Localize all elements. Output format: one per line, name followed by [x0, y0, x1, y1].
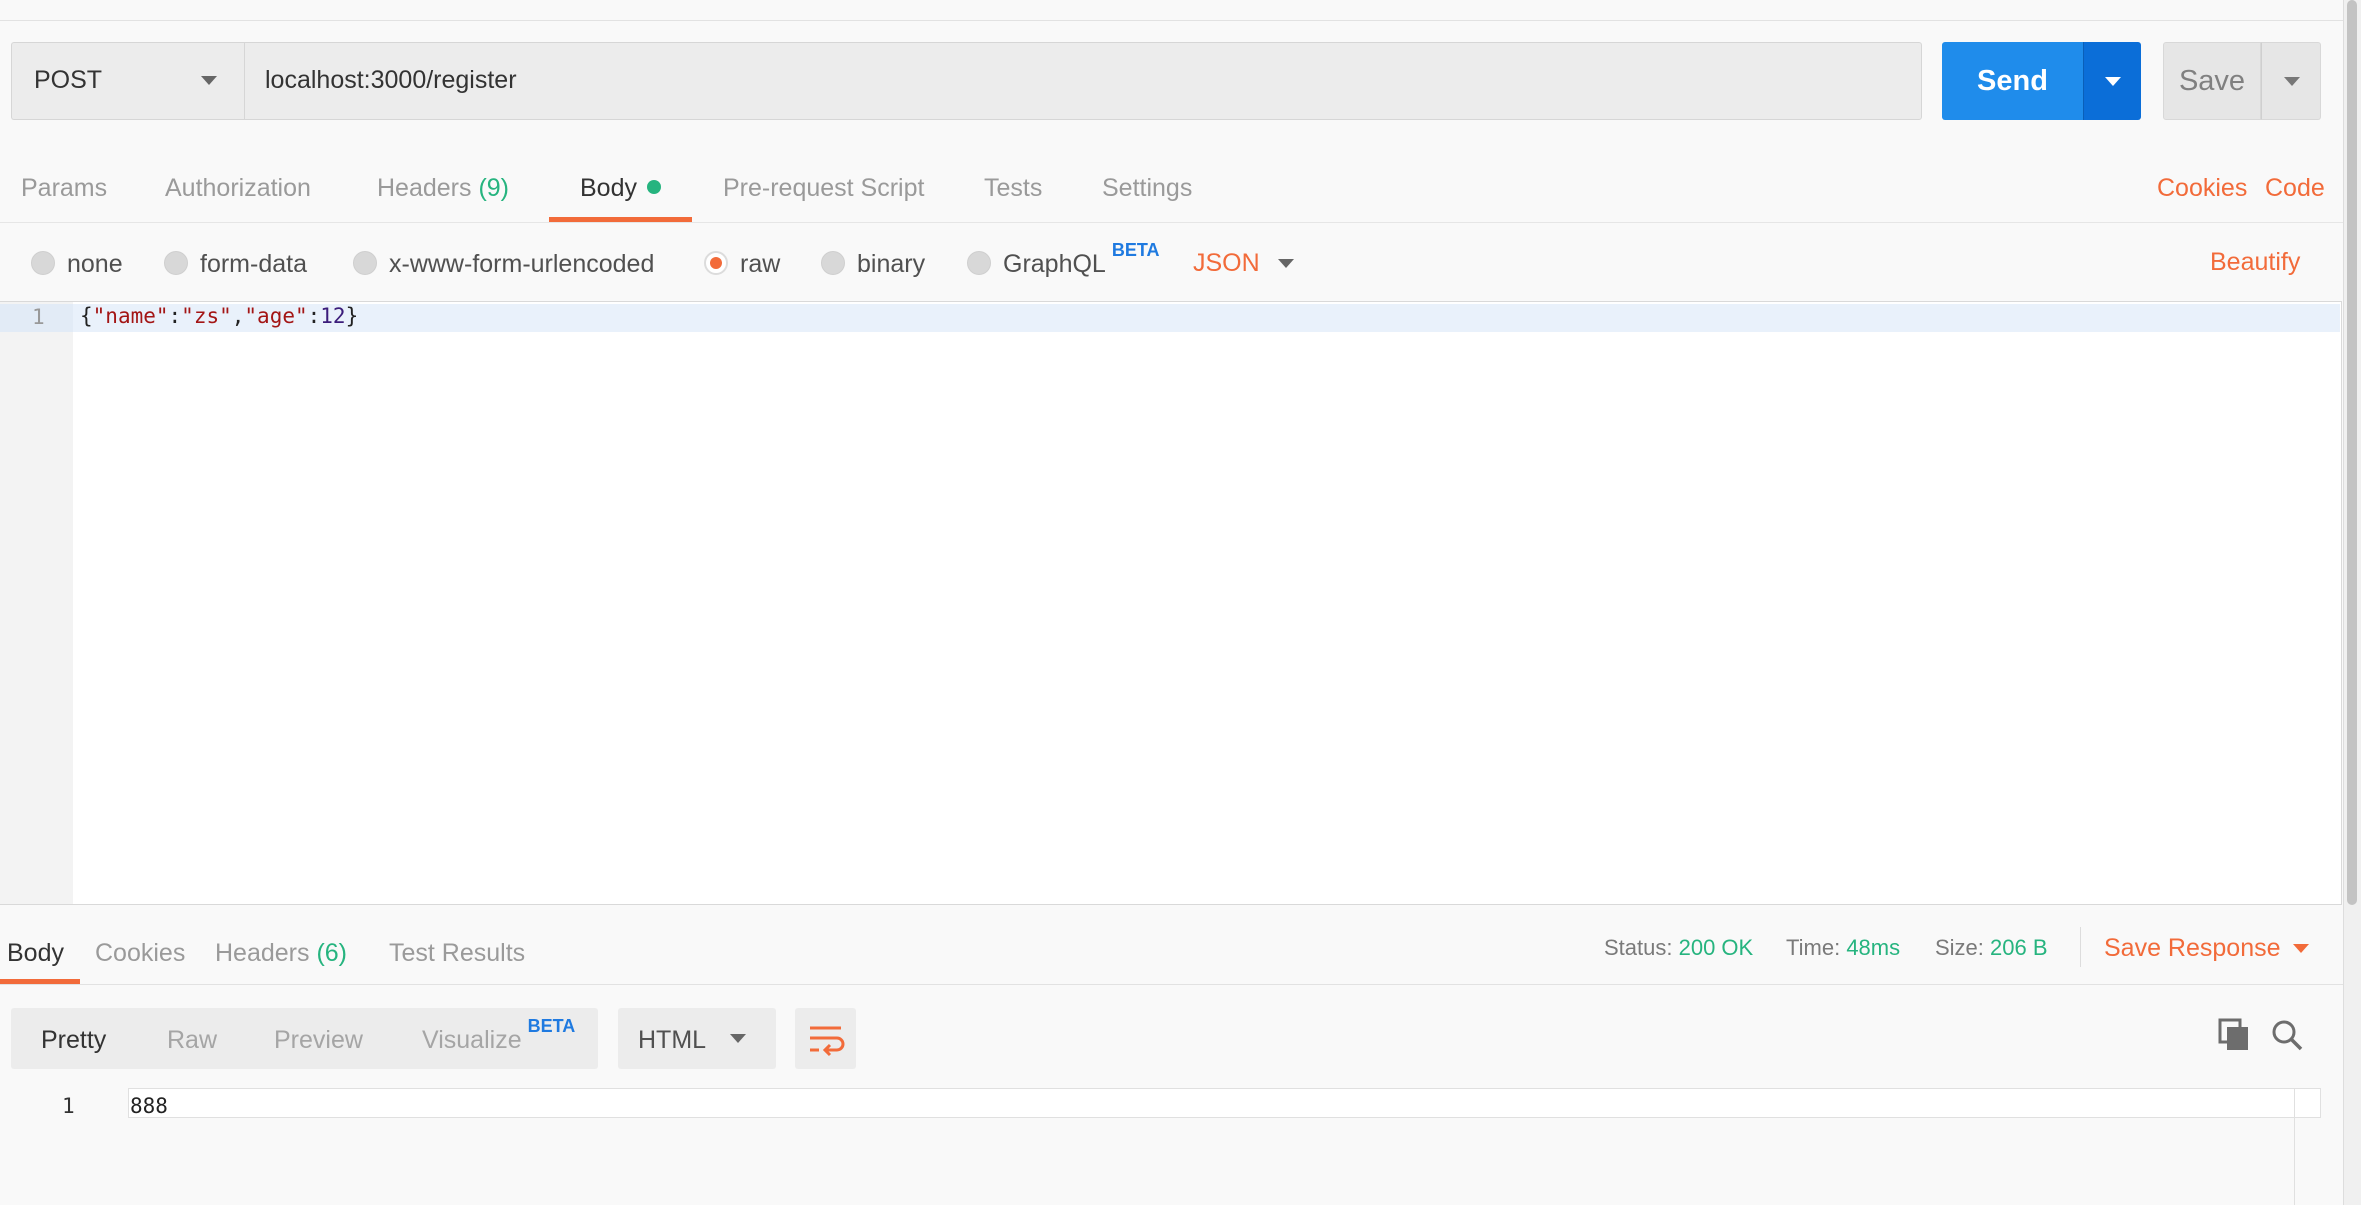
code-token: { — [80, 304, 93, 328]
view-pretty[interactable]: Pretty — [41, 1026, 106, 1055]
response-tab-body[interactable]: Body — [7, 939, 64, 968]
radio-x-www-form-urlencoded[interactable] — [353, 251, 377, 275]
language-label: HTML — [638, 1026, 707, 1054]
size-label: Size: — [1935, 935, 1984, 960]
code-token: : — [307, 304, 321, 328]
format-select[interactable]: JSON — [1193, 249, 1260, 278]
tab-label: Headers — [377, 174, 472, 202]
response-body-viewer[interactable] — [128, 1088, 2321, 1118]
chevron-down-icon — [730, 1034, 746, 1043]
radio-raw[interactable] — [704, 251, 728, 275]
active-tab-indicator — [549, 217, 692, 222]
radio-label-none[interactable]: none — [67, 250, 123, 279]
status-value: 200 OK — [1678, 935, 1754, 960]
tab-authorization[interactable]: Authorization — [165, 174, 311, 203]
active-line-highlight — [73, 304, 2340, 332]
beta-badge: BETA — [1111, 240, 1160, 260]
size-readout: Size: 206 B — [1935, 935, 2048, 961]
time-value: 48ms — [1846, 935, 1901, 960]
status-dot-icon — [646, 180, 661, 195]
editor-gutter — [0, 302, 73, 904]
copy-icon[interactable] — [2218, 1018, 2250, 1052]
divider — [2080, 927, 2081, 967]
radio-label-raw[interactable]: raw — [740, 250, 780, 279]
save-response-button[interactable]: Save Response — [2104, 934, 2281, 963]
cookies-link[interactable]: Cookies — [2157, 174, 2247, 203]
response-tab-test-results[interactable]: Test Results — [389, 939, 525, 968]
tab-label: Headers — [215, 939, 310, 967]
beta-badge: BETA — [527, 1016, 576, 1036]
chevron-down-icon[interactable] — [1278, 259, 1294, 268]
tab-body[interactable]: Body — [580, 174, 661, 203]
headers-count: (6) — [316, 939, 348, 967]
chevron-down-icon[interactable] — [2293, 944, 2309, 953]
radio-label-form-data[interactable]: form-data — [200, 250, 307, 279]
response-content: 888 — [130, 1094, 168, 1118]
code-token: } — [345, 304, 359, 328]
radio-graphql[interactable] — [967, 251, 991, 275]
status-label: Status: — [1604, 935, 1673, 960]
code-token: "age" — [244, 304, 308, 328]
tab-headers[interactable]: Headers (9) — [377, 174, 509, 203]
divider — [2294, 1088, 2295, 1205]
line-number: 1 — [32, 305, 45, 329]
top-strip — [0, 0, 2345, 21]
response-tab-cookies[interactable]: Cookies — [95, 939, 185, 968]
radio-label-binary[interactable]: binary — [857, 250, 925, 279]
time-label: Time: — [1786, 935, 1841, 960]
method-label: POST — [34, 66, 103, 94]
send-button[interactable]: Send — [1942, 42, 2083, 120]
code-line[interactable]: {"name":"zs","age":12} — [80, 304, 358, 328]
radio-binary[interactable] — [821, 251, 845, 275]
time-readout: Time: 48ms — [1786, 935, 1900, 961]
search-icon[interactable] — [2270, 1018, 2304, 1052]
tab-params[interactable]: Params — [21, 174, 107, 203]
chevron-down-icon — [2284, 77, 2300, 86]
url-value: localhost:3000/register — [265, 66, 517, 94]
code-token: 12 — [320, 304, 346, 328]
radio-form-data[interactable] — [164, 251, 188, 275]
response-tab-headers[interactable]: Headers (6) — [215, 939, 347, 968]
radio-label-urlencoded[interactable]: x-www-form-urlencoded — [389, 250, 654, 279]
radio-none[interactable] — [31, 251, 55, 275]
code-link[interactable]: Code — [2265, 174, 2325, 203]
view-preview[interactable]: Preview — [274, 1026, 363, 1055]
code-token: : — [168, 304, 182, 328]
code-token: "name" — [92, 304, 169, 328]
send-options-button[interactable] — [2083, 42, 2141, 120]
graphql-label: GraphQL — [1003, 250, 1106, 278]
tab-pre-request-script[interactable]: Pre-request Script — [723, 174, 924, 203]
chevron-down-icon — [2105, 77, 2121, 86]
tab-label: Body — [580, 174, 637, 202]
code-token: , — [231, 304, 245, 328]
wrap-lines-icon — [810, 1026, 845, 1057]
beautify-link[interactable]: Beautify — [2210, 248, 2300, 277]
request-body-editor[interactable] — [0, 301, 2342, 905]
save-button[interactable]: Save — [2163, 42, 2261, 120]
view-visualize[interactable]: Visualize BETA — [422, 1016, 575, 1055]
response-line-number: 1 — [62, 1094, 75, 1118]
wrap-lines-button[interactable] — [795, 1008, 856, 1069]
divider — [0, 984, 2343, 985]
status-readout: Status: 200 OK — [1604, 935, 1753, 961]
view-raw[interactable]: Raw — [167, 1026, 217, 1055]
code-token: "zs" — [181, 304, 232, 328]
scrollbar-thumb[interactable] — [2347, 0, 2357, 905]
headers-count: (9) — [478, 174, 510, 202]
tab-tests[interactable]: Tests — [984, 174, 1042, 203]
size-value: 206 B — [1990, 935, 2048, 960]
save-options-button[interactable] — [2261, 42, 2321, 120]
visualize-label: Visualize — [422, 1026, 522, 1054]
radio-label-graphql[interactable]: GraphQL BETA — [1003, 240, 1160, 279]
chevron-down-icon — [201, 76, 217, 85]
tab-settings[interactable]: Settings — [1102, 174, 1192, 203]
